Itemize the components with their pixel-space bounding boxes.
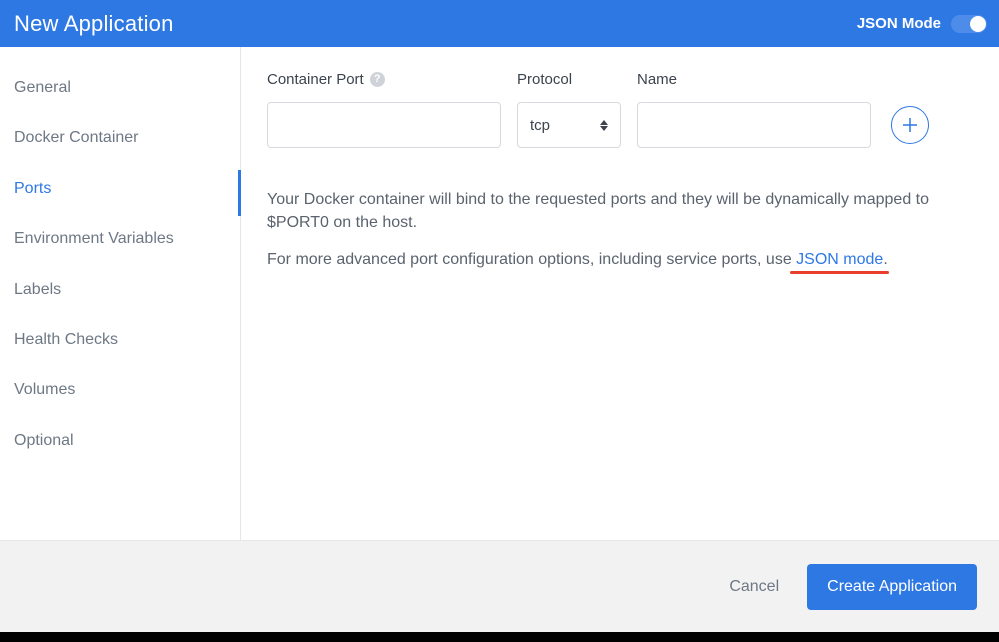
- modal-footer: Cancel Create Application: [0, 540, 999, 632]
- sidebar-item-labels[interactable]: Labels: [0, 269, 240, 311]
- cancel-button[interactable]: Cancel: [721, 568, 787, 606]
- protocol-label: Protocol: [517, 71, 621, 88]
- container-port-field: Container Port ?: [267, 71, 501, 148]
- json-mode-toggle[interactable]: [951, 15, 987, 33]
- add-port-button[interactable]: [891, 106, 929, 144]
- sidebar-item-label: Health Checks: [14, 331, 118, 348]
- ports-description-1: Your Docker container will bind to the r…: [267, 188, 971, 234]
- field-label-text: Container Port: [267, 71, 364, 88]
- sidebar-item-label: Environment Variables: [14, 230, 174, 247]
- sidebar-item-label: General: [14, 79, 71, 96]
- page-title: New Application: [14, 11, 174, 37]
- name-label: Name: [637, 71, 871, 88]
- name-input[interactable]: [637, 102, 871, 148]
- sidebar-item-label: Ports: [14, 180, 51, 197]
- sidebar-item-health-checks[interactable]: Health Checks: [0, 319, 240, 361]
- sidebar-item-label: Optional: [14, 432, 74, 449]
- container-port-input[interactable]: [267, 102, 501, 148]
- bottom-bar: [0, 632, 999, 642]
- protocol-select[interactable]: tcp: [517, 102, 621, 148]
- modal-header: New Application JSON Mode: [0, 0, 999, 47]
- ports-description-2: For more advanced port configuration opt…: [267, 248, 971, 271]
- name-field: Name: [637, 71, 871, 148]
- desc-text: For more advanced port configuration opt…: [267, 251, 796, 268]
- help-icon[interactable]: ?: [370, 72, 385, 87]
- sidebar-item-label: Docker Container: [14, 129, 139, 146]
- json-mode-control: JSON Mode: [857, 15, 987, 33]
- sidebar-item-optional[interactable]: Optional: [0, 420, 240, 462]
- json-mode-link[interactable]: JSON mode: [796, 251, 883, 268]
- protocol-value: tcp: [530, 117, 550, 134]
- plus-icon: [900, 115, 920, 135]
- toggle-knob: [970, 16, 986, 32]
- modal-body: General Docker Container Ports Environme…: [0, 47, 999, 540]
- main-panel: Container Port ? Protocol tcp Name: [241, 47, 999, 540]
- sidebar: General Docker Container Ports Environme…: [0, 47, 241, 540]
- sidebar-item-environment-variables[interactable]: Environment Variables: [0, 218, 240, 260]
- select-caret-icon: [600, 120, 608, 131]
- create-application-button[interactable]: Create Application: [807, 564, 977, 610]
- port-entry-row: Container Port ? Protocol tcp Name: [267, 71, 971, 148]
- field-label-text: Name: [637, 71, 677, 88]
- container-port-label: Container Port ?: [267, 71, 501, 88]
- json-mode-label: JSON Mode: [857, 15, 941, 32]
- desc-text: .: [883, 251, 887, 268]
- sidebar-item-ports[interactable]: Ports: [0, 168, 240, 210]
- sidebar-item-label: Labels: [14, 281, 61, 298]
- sidebar-item-general[interactable]: General: [0, 67, 240, 109]
- sidebar-item-volumes[interactable]: Volumes: [0, 369, 240, 411]
- field-label-text: Protocol: [517, 71, 572, 88]
- sidebar-item-docker-container[interactable]: Docker Container: [0, 117, 240, 159]
- sidebar-item-label: Volumes: [14, 381, 75, 398]
- protocol-field: Protocol tcp: [517, 71, 621, 148]
